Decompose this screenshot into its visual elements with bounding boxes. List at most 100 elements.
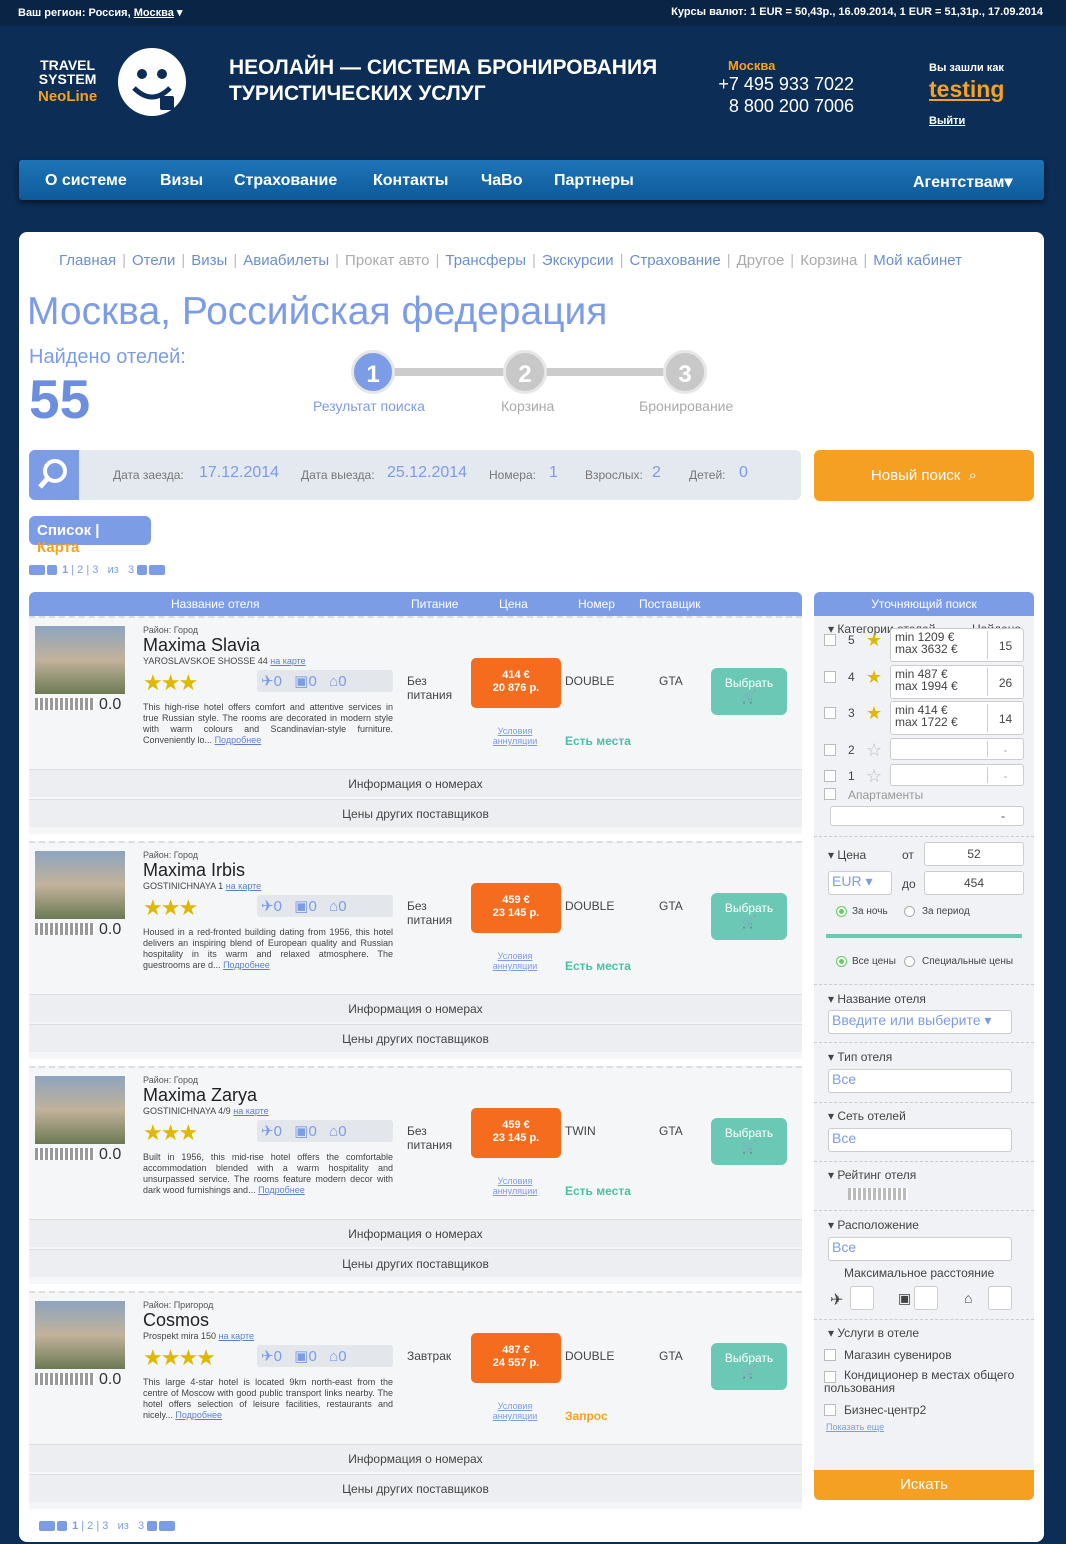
service-checkbox[interactable]	[824, 1404, 836, 1416]
cancel-terms-link[interactable]: Условия аннуляции	[487, 1176, 543, 1196]
map-link[interactable]: на карте	[219, 1331, 254, 1341]
apartments-checkbox[interactable]	[824, 788, 836, 800]
room-info-toggle[interactable]: Информация о номерах	[29, 1219, 802, 1247]
all-prices-radio[interactable]	[836, 956, 847, 967]
map-link[interactable]: на карте	[270, 656, 305, 666]
hotel-chain-select[interactable]: Все	[828, 1128, 1012, 1152]
station-distance-input[interactable]	[914, 1286, 938, 1310]
star-rating: ★★★	[143, 670, 198, 695]
more-link[interactable]: Подробнее	[215, 735, 262, 745]
hotel-photo[interactable]	[35, 1301, 125, 1369]
map-link[interactable]: на карте	[233, 1106, 268, 1116]
username-link[interactable]: testing	[929, 76, 1004, 103]
hotel-name[interactable]: Cosmos	[143, 1310, 209, 1331]
hotel-row: 0.0 Район: Город Maxima Slavia YAROSLAVS…	[29, 616, 802, 834]
other-providers-toggle[interactable]: Цены других поставщиков	[29, 1474, 802, 1502]
logout-link[interactable]: Выйти	[929, 115, 1004, 127]
choose-button[interactable]: Выбрать 🛒	[711, 893, 787, 940]
other-providers-toggle[interactable]: Цены других поставщиков	[29, 1024, 802, 1052]
currency-select[interactable]: EUR ▾	[828, 871, 892, 895]
rating-filter[interactable]	[848, 1188, 908, 1200]
hotel-photo[interactable]	[35, 626, 125, 694]
per-night-radio[interactable]	[836, 906, 847, 917]
hotel-description: Built in 1956, this mid-rise hotel offer…	[143, 1152, 393, 1195]
prev-page-icon[interactable]	[47, 565, 57, 576]
hotel-name[interactable]: Maxima Irbis	[143, 860, 245, 881]
phone-2: 8 800 200 7006	[728, 96, 854, 116]
location-select[interactable]: Все	[828, 1237, 1012, 1261]
prev-page-icon[interactable]	[57, 1521, 67, 1532]
tab-cabinet[interactable]: Мой кабинет	[867, 252, 968, 269]
new-search-button[interactable]: Новый поиск ⌕	[814, 450, 1034, 501]
nav-about[interactable]: О системе	[45, 172, 127, 190]
cancel-terms-link[interactable]: Условия аннуляции	[487, 1401, 543, 1421]
first-page-icon[interactable]	[39, 1521, 55, 1532]
next-page-icon[interactable]	[147, 1521, 158, 1532]
map-view-button[interactable]: Карта	[37, 539, 79, 556]
hotel-photo[interactable]	[35, 1076, 125, 1144]
per-period-radio[interactable]	[904, 906, 915, 917]
hotel-address: Prospekt mira 150 на карте	[143, 1331, 255, 1341]
other-providers-toggle[interactable]: Цены других поставщиков	[29, 1249, 802, 1277]
category-checkbox[interactable]	[824, 634, 836, 646]
nav-visas[interactable]: Визы	[160, 172, 203, 190]
choose-button[interactable]: Выбрать 🛒	[711, 668, 787, 715]
choose-button[interactable]: Выбрать 🛒	[711, 1118, 787, 1165]
room-info-toggle[interactable]: Информация о номерах	[29, 994, 802, 1022]
room-info-toggle[interactable]: Информация о номерах	[29, 769, 802, 797]
special-prices-radio[interactable]	[904, 956, 915, 967]
center-distance-input[interactable]	[988, 1286, 1012, 1310]
tab-visas[interactable]: Визы	[185, 252, 233, 269]
hotel-name[interactable]: Maxima Zarya	[143, 1085, 257, 1106]
tab-insurance[interactable]: Страхование	[624, 252, 727, 269]
distances: ✈0 ▣0 ⌂0	[257, 1120, 393, 1142]
category-checkbox[interactable]	[824, 707, 836, 719]
choose-button[interactable]: Выбрать 🛒	[711, 1343, 787, 1390]
region-select[interactable]: Москва	[134, 7, 174, 19]
price-to-input[interactable]: 454	[924, 871, 1024, 895]
last-page-icon[interactable]	[159, 1521, 176, 1532]
price-slider[interactable]	[826, 934, 1022, 938]
category-checkbox[interactable]	[824, 671, 836, 683]
next-page-icon[interactable]	[137, 565, 148, 576]
provider: GTA	[659, 899, 683, 913]
map-link[interactable]: на карте	[226, 881, 261, 891]
service-checkbox[interactable]	[824, 1349, 836, 1361]
category-checkbox[interactable]	[824, 770, 836, 782]
tab-flights[interactable]: Авиабилеты	[237, 252, 335, 269]
meal: Без питания	[407, 899, 453, 927]
cancel-terms-link[interactable]: Условия аннуляции	[487, 951, 543, 971]
more-link[interactable]: Подробнее	[175, 1410, 222, 1420]
nav-agencies[interactable]: Агентствам▾	[913, 172, 1013, 192]
room-info-toggle[interactable]: Информация о номерах	[29, 1444, 802, 1472]
nav-faq[interactable]: ЧаВо	[481, 172, 522, 190]
more-link[interactable]: Подробнее	[223, 960, 270, 970]
nav-contacts[interactable]: Контакты	[373, 172, 448, 190]
cancel-terms-link[interactable]: Условия аннуляции	[487, 726, 543, 746]
tab-other[interactable]: Другое	[731, 252, 791, 269]
other-providers-toggle[interactable]: Цены других поставщиков	[29, 799, 802, 827]
more-link[interactable]: Подробнее	[258, 1185, 305, 1195]
tab-car-rental[interactable]: Прокат авто	[339, 252, 435, 269]
hotel-photo[interactable]	[35, 851, 125, 919]
hotel-type-select[interactable]: Все	[828, 1069, 1012, 1093]
rating-score: 0.0	[99, 921, 122, 938]
logo[interactable]: TRAVEL SYSTEM NeoLine	[38, 58, 97, 104]
nav-insurance[interactable]: Страхование	[234, 172, 337, 190]
last-page-icon[interactable]	[149, 565, 166, 576]
tab-home[interactable]: Главная	[53, 252, 122, 269]
tab-hotels[interactable]: Отели	[126, 252, 181, 269]
show-more-link[interactable]: Показать еще	[826, 1422, 884, 1432]
first-page-icon[interactable]	[29, 565, 45, 576]
apply-filter-button[interactable]: Искать	[814, 1470, 1034, 1500]
airport-distance-input[interactable]	[850, 1286, 874, 1310]
tab-excursions[interactable]: Экскурсии	[536, 252, 620, 269]
price-from-input[interactable]: 52	[924, 842, 1024, 866]
hotel-name-input[interactable]: Введите или выберите ▾	[828, 1010, 1012, 1034]
list-view-button[interactable]: Список	[37, 522, 91, 539]
tab-transfers[interactable]: Трансферы	[439, 252, 532, 269]
category-checkbox[interactable]	[824, 744, 836, 756]
hotel-name[interactable]: Maxima Slavia	[143, 635, 260, 656]
nav-partners[interactable]: Партнеры	[554, 172, 634, 190]
tab-cart[interactable]: Корзина	[794, 252, 863, 269]
